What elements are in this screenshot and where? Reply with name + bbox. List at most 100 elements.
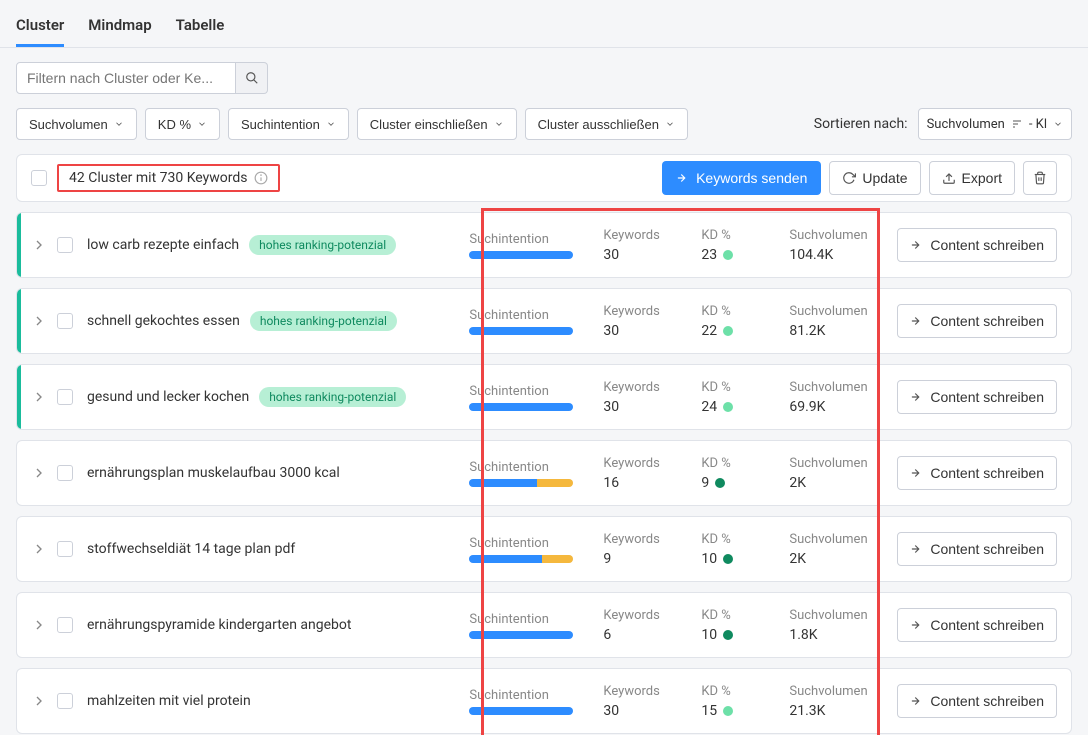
expand-chevron-icon[interactable] <box>31 465 47 481</box>
ranking-badge: hohes ranking-potenzial <box>250 311 397 331</box>
cluster-metrics: SuchintentionKeywords30KD %23 Suchvolume… <box>469 228 881 263</box>
intent-bar <box>469 327 573 335</box>
cluster-metrics: SuchintentionKeywords9KD %10 Suchvolumen… <box>469 532 881 567</box>
tab-tabelle[interactable]: Tabelle <box>176 16 225 47</box>
row-checkbox[interactable] <box>57 693 73 709</box>
content-schreiben-button[interactable]: Content schreiben <box>897 304 1057 338</box>
kd-dot <box>723 402 733 412</box>
cluster-name: ernährungspyramide kindergarten angebot <box>87 617 351 633</box>
filter-kd[interactable]: KD % <box>145 108 220 140</box>
select-all-checkbox[interactable] <box>31 170 47 186</box>
intent-bar <box>469 479 573 487</box>
filter-suchvolumen[interactable]: Suchvolumen <box>16 108 137 140</box>
filter-suchvolumen-label: Suchvolumen <box>29 117 108 132</box>
metric-volume: Suchvolumen69.9K <box>789 380 881 415</box>
cluster-count: 42 Cluster mit 730 Keywords <box>57 164 280 192</box>
sort-value: Suchvolumen <box>927 117 1005 132</box>
metric-keywords-value: 30 <box>603 703 677 719</box>
expand-chevron-icon[interactable] <box>31 313 47 329</box>
row-checkbox[interactable] <box>57 237 73 253</box>
metric-volume-value: 2K <box>789 475 881 491</box>
export-button[interactable]: Export <box>929 161 1015 195</box>
metric-kd-value: 24 <box>701 399 765 415</box>
cluster-row: ernährungsplan muskelaufbau 3000 kcalSuc… <box>16 440 1072 506</box>
expand-chevron-icon[interactable] <box>31 693 47 709</box>
metric-keywords: Keywords30 <box>603 380 677 415</box>
content-schreiben-button[interactable]: Content schreiben <box>897 532 1057 566</box>
tab-cluster[interactable]: Cluster <box>16 16 64 47</box>
metric-keywords: Keywords9 <box>603 532 677 567</box>
content-schreiben-button[interactable]: Content schreiben <box>897 228 1057 262</box>
send-icon <box>910 314 924 328</box>
filter-input[interactable] <box>16 62 236 94</box>
expand-chevron-icon[interactable] <box>31 389 47 405</box>
expand-chevron-icon[interactable] <box>31 541 47 557</box>
content-btn-label: Content schreiben <box>930 693 1044 709</box>
content-schreiben-button[interactable]: Content schreiben <box>897 684 1057 718</box>
chevron-down-icon <box>114 119 124 129</box>
metric-intent-label: Suchintention <box>469 612 579 627</box>
metric-intent: Suchintention <box>469 384 579 411</box>
search-button[interactable] <box>236 62 268 94</box>
metric-kd: KD %9 <box>701 456 765 491</box>
tab-mindmap[interactable]: Mindmap <box>88 16 151 47</box>
intent-bar <box>469 555 573 563</box>
metric-keywords-value: 16 <box>603 475 677 491</box>
content-btn-label: Content schreiben <box>930 313 1044 329</box>
metric-intent-label: Suchintention <box>469 308 579 323</box>
metric-volume-label: Suchvolumen <box>789 608 881 623</box>
filter-cluster-einschliessen[interactable]: Cluster einschließen <box>357 108 517 140</box>
row-checkbox[interactable] <box>57 313 73 329</box>
update-button[interactable]: Update <box>829 161 920 195</box>
row-checkbox[interactable] <box>57 617 73 633</box>
metric-keywords-label: Keywords <box>603 532 677 547</box>
sort-icon <box>1011 118 1023 130</box>
expand-chevron-icon[interactable] <box>31 237 47 253</box>
metric-kd: KD %10 <box>701 608 765 643</box>
kd-dot <box>723 326 733 336</box>
metric-kd-value: 22 <box>701 323 765 339</box>
sort-label: Sortieren nach: <box>814 116 908 132</box>
metric-volume-value: 1.8K <box>789 627 881 643</box>
intent-bar <box>469 403 573 411</box>
metric-volume-value: 2K <box>789 551 881 567</box>
chevron-down-icon <box>494 119 504 129</box>
content-schreiben-button[interactable]: Content schreiben <box>897 608 1057 642</box>
metric-intent-label: Suchintention <box>469 384 579 399</box>
keywords-senden-button[interactable]: Keywords senden <box>662 161 821 195</box>
metric-keywords-label: Keywords <box>603 684 677 699</box>
cluster-name: low carb rezepte einfach <box>87 237 239 253</box>
metric-keywords: Keywords 30 <box>603 684 677 719</box>
cluster-row: stoffwechseldiät 14 tage plan pdfSuchint… <box>16 516 1072 582</box>
metric-kd-label: KD % <box>701 304 765 319</box>
metric-kd-value: 15 <box>701 703 765 719</box>
filter-suchintention[interactable]: Suchintention <box>228 108 349 140</box>
filter-input-group <box>16 62 268 94</box>
metric-intent: Suchintention <box>469 612 579 639</box>
row-checkbox[interactable] <box>57 541 73 557</box>
intent-blue-seg <box>469 555 542 563</box>
metric-keywords-label: Keywords <box>603 304 677 319</box>
intent-yellow-seg <box>542 555 573 563</box>
content-schreiben-button[interactable]: Content schreiben <box>897 380 1057 414</box>
row-checkbox[interactable] <box>57 465 73 481</box>
cluster-metrics: SuchintentionKeywords30KD %24 Suchvolume… <box>469 380 881 415</box>
delete-button[interactable] <box>1023 161 1057 195</box>
content-btn-label: Content schreiben <box>930 465 1044 481</box>
expand-chevron-icon[interactable] <box>31 617 47 633</box>
cluster-row: low carb rezepte einfachhohes ranking-po… <box>16 212 1072 278</box>
filter-cluster-ausschliessen[interactable]: Cluster ausschließen <box>525 108 688 140</box>
filter-kd-label: KD % <box>158 117 191 132</box>
content-btn-label: Content schreiben <box>930 237 1044 253</box>
metric-kd: KD %10 <box>701 532 765 567</box>
intent-bar <box>469 707 573 715</box>
metric-intent-label: Suchintention <box>469 688 579 703</box>
cluster-name: stoffwechseldiät 14 tage plan pdf <box>87 541 295 557</box>
content-schreiben-button[interactable]: Content schreiben <box>897 456 1057 490</box>
content-btn-label: Content schreiben <box>930 617 1044 633</box>
row-checkbox[interactable] <box>57 389 73 405</box>
filter-ausschliessen-label: Cluster ausschließen <box>538 117 659 132</box>
sort-select[interactable]: Suchvolumen - Kl <box>918 108 1072 140</box>
cluster-name: mahlzeiten mit viel protein <box>87 693 251 709</box>
metric-kd: KD % 22 <box>701 304 765 339</box>
